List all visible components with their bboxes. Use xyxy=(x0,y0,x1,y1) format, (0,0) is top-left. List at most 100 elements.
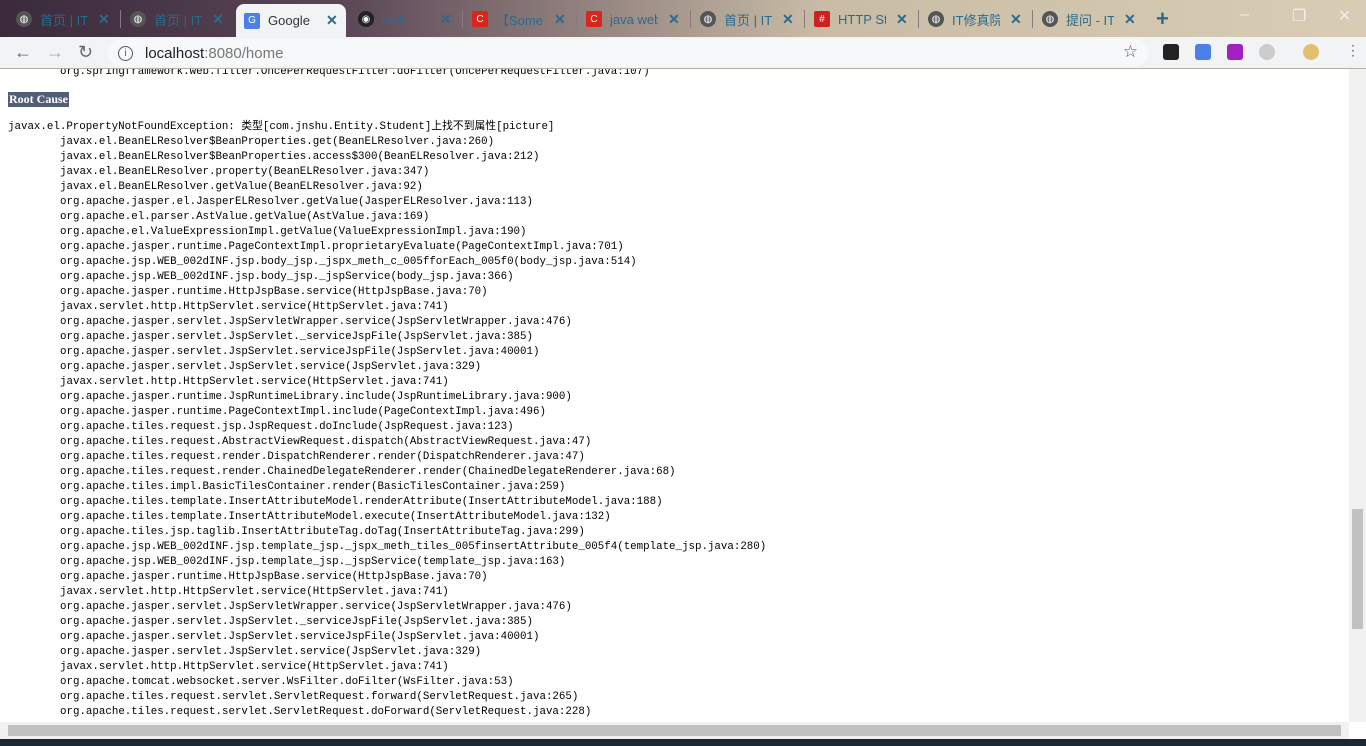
close-tab-icon[interactable]: ✕ xyxy=(554,11,566,28)
extension-icon[interactable] xyxy=(1163,44,1179,60)
stack-frame: org.springframework.web.filter.OncePerRe… xyxy=(60,69,650,78)
globe-icon: ◍ xyxy=(1042,11,1058,27)
tab-label: java web xyxy=(610,11,658,27)
tab-label: task xyxy=(382,11,406,27)
stack-frame: javax.servlet.http.HttpServlet.service(H… xyxy=(60,586,449,598)
tab[interactable]: ◍ 首页 | IT ✕ xyxy=(692,5,802,33)
back-button[interactable]: ← xyxy=(14,42,32,63)
horizontal-scrollbar[interactable] xyxy=(0,722,1349,739)
tab-separator xyxy=(918,10,919,28)
restore-button[interactable]: ❐ xyxy=(1292,6,1306,26)
tab[interactable]: ◍ 提问 - IT ✕ xyxy=(1034,5,1144,33)
menu-kebab-icon[interactable]: ⋮ xyxy=(1346,42,1360,59)
close-tab-icon[interactable]: ✕ xyxy=(98,11,110,28)
close-tab-icon[interactable]: ✕ xyxy=(896,11,908,28)
page-content: org.springframework.web.filter.OncePerRe… xyxy=(0,69,1349,722)
stack-trace: javax.el.PropertyNotFoundException: 类型[c… xyxy=(8,120,766,720)
stack-frame: javax.el.BeanELResolver.getValue(BeanELR… xyxy=(60,181,423,193)
close-window-button[interactable]: ✕ xyxy=(1338,6,1351,26)
tab-label: 提问 - IT xyxy=(1066,12,1114,28)
github-icon: ◉ xyxy=(358,11,374,27)
stack-frame: org.apache.jsp.WEB_002dINF.jsp.body_jsp.… xyxy=(60,256,637,268)
stack-frame: org.apache.jasper.servlet.JspServlet.ser… xyxy=(60,631,540,643)
tab-label: 首页 | IT xyxy=(40,12,88,28)
stack-frame: org.apache.jasper.servlet.JspServlet._se… xyxy=(60,331,533,343)
csdn-icon: C xyxy=(472,11,488,27)
url-path: :8080/home xyxy=(204,44,284,62)
taskbar xyxy=(0,739,1366,746)
profile-avatar[interactable] xyxy=(1303,44,1319,60)
close-tab-icon[interactable]: ✕ xyxy=(212,11,224,28)
root-cause-heading: Root Cause xyxy=(8,92,69,107)
tab-label: 首页 | IT xyxy=(154,12,202,28)
stack-frame: org.apache.tiles.template.InsertAttribut… xyxy=(60,511,611,523)
tab[interactable]: Cjava web ✕ xyxy=(578,5,688,33)
stack-frame: org.apache.jasper.runtime.JspRuntimeLibr… xyxy=(60,391,572,403)
browser-toolbar: ← → ↻ i localhost:8080/home ☆ ⋮ xyxy=(0,37,1366,69)
info-icon[interactable]: i xyxy=(118,45,133,61)
reload-button[interactable]: ↻ xyxy=(78,42,93,63)
tab-separator xyxy=(1032,10,1033,28)
stack-frame: javax.servlet.http.HttpServlet.service(H… xyxy=(60,301,449,313)
stack-frame: org.apache.jasper.runtime.PageContextImp… xyxy=(60,241,624,253)
close-tab-icon[interactable]: ✕ xyxy=(326,12,338,29)
tab-separator xyxy=(120,10,121,28)
new-tab-button[interactable]: + xyxy=(1156,6,1169,32)
bookmark-star-icon[interactable]: ☆ xyxy=(1123,42,1138,62)
close-tab-icon[interactable]: ✕ xyxy=(440,11,452,28)
stack-frame: javax.servlet.http.HttpServlet.service(H… xyxy=(60,661,449,673)
vertical-scrollbar[interactable] xyxy=(1349,69,1366,722)
globe-icon: ◍ xyxy=(928,11,944,27)
tab[interactable]: G Google ✕ xyxy=(236,4,346,37)
stack-frame: org.apache.jsp.WEB_002dINF.jsp.body_jsp.… xyxy=(60,271,514,283)
scrollbar-thumb[interactable] xyxy=(1352,509,1363,629)
stack-frame: org.apache.jasper.runtime.HttpJspBase.se… xyxy=(60,571,488,583)
close-tab-icon[interactable]: ✕ xyxy=(668,11,680,28)
stack-frame: org.apache.jasper.servlet.JspServletWrap… xyxy=(60,316,572,328)
tab[interactable]: ◍ 首页 | IT ✕ xyxy=(8,5,118,33)
stack-frame: org.apache.jasper.runtime.HttpJspBase.se… xyxy=(60,286,488,298)
globe-icon: ◍ xyxy=(16,11,32,27)
tab[interactable]: C 【Some ✕ xyxy=(464,5,574,33)
stack-frame: org.apache.tiles.request.render.ChainedD… xyxy=(60,466,676,478)
stack-frame: org.apache.tiles.request.servlet.Servlet… xyxy=(60,706,592,718)
close-tab-icon[interactable]: ✕ xyxy=(1010,11,1022,28)
stack-frame: org.apache.jasper.runtime.PageContextImp… xyxy=(60,406,546,418)
stack-frame: org.apache.jasper.servlet.JspServletWrap… xyxy=(60,601,572,613)
tab-label: 【Some xyxy=(496,12,543,28)
stack-frame: javax.el.BeanELResolver$BeanProperties.a… xyxy=(60,151,540,163)
close-tab-icon[interactable]: ✕ xyxy=(1124,11,1136,28)
tab-label: HTTP St xyxy=(838,11,886,27)
tab-label: 首页 | IT xyxy=(724,12,772,28)
scrollbar-thumb[interactable] xyxy=(8,725,1341,736)
minimize-button[interactable]: – xyxy=(1240,6,1249,24)
stack-frame: javax.el.BeanELResolver.property(BeanELR… xyxy=(60,166,430,178)
url-host: localhost xyxy=(145,44,205,62)
tab[interactable]: ◉ task ✕ xyxy=(350,5,460,33)
google-translate-extension-icon[interactable] xyxy=(1195,44,1211,60)
stack-frame: org.apache.jasper.servlet.JspServlet._se… xyxy=(60,616,533,628)
stack-frame: org.apache.jasper.servlet.JspServlet.ser… xyxy=(60,646,482,658)
tab-separator xyxy=(690,10,691,28)
stack-frame: org.apache.el.ValueExpressionImpl.getVal… xyxy=(60,226,527,238)
tab[interactable]: # HTTP St ✕ xyxy=(806,5,916,33)
stack-frame: javax.el.BeanELResolver$BeanProperties.g… xyxy=(60,136,495,148)
forward-button[interactable]: → xyxy=(46,42,64,63)
tab[interactable]: ◍ 首页 | IT ✕ xyxy=(122,5,232,33)
stack-frame: org.apache.jasper.servlet.JspServlet.ser… xyxy=(60,361,482,373)
csdn-icon: C xyxy=(586,11,602,27)
stack-frame: org.apache.jasper.el.JasperELResolver.ge… xyxy=(60,196,533,208)
stack-frame: org.apache.tiles.request.render.Dispatch… xyxy=(60,451,585,463)
stack-frame: org.apache.tiles.request.AbstractViewReq… xyxy=(60,436,592,448)
exception-message: javax.el.PropertyNotFoundException: 类型[c… xyxy=(8,121,555,133)
stack-frame: org.apache.tiles.request.servlet.Servlet… xyxy=(60,691,579,703)
tab-separator xyxy=(576,10,577,28)
address-bar[interactable]: i localhost:8080/home ☆ xyxy=(108,39,1148,67)
rp-extension-icon[interactable] xyxy=(1227,44,1243,60)
extension-icon[interactable] xyxy=(1259,44,1275,60)
tab-label: IT修真院 xyxy=(952,12,1000,28)
close-tab-icon[interactable]: ✕ xyxy=(782,11,794,28)
stack-frame: org.apache.el.parser.AstValue.getValue(A… xyxy=(60,211,430,223)
stack-frame: org.apache.jasper.servlet.JspServlet.ser… xyxy=(60,346,540,358)
tab[interactable]: ◍ IT修真院 ✕ xyxy=(920,5,1030,33)
